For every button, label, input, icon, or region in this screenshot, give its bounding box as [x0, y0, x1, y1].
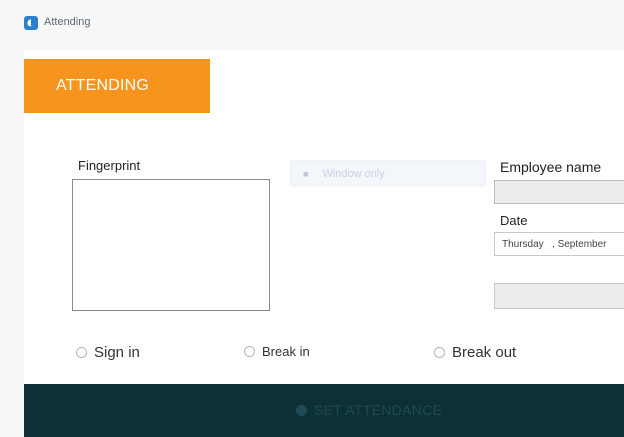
radio-circle: [434, 347, 445, 358]
radio-circle: [76, 347, 87, 358]
status-field: [494, 283, 624, 309]
set-attendance-button[interactable]: SET ATTENDANCE: [296, 400, 442, 420]
break-out-radio[interactable]: Break out: [434, 344, 516, 361]
employee-name-label: Employee name: [500, 159, 602, 175]
break-in-label: Break in: [262, 344, 310, 359]
break-out-label: Break out: [452, 344, 517, 361]
break-in-radio[interactable]: Break in: [244, 344, 310, 359]
attending-tab[interactable]: ATTENDING: [24, 59, 210, 113]
date-picker[interactable]: Thursday , September: [494, 232, 624, 256]
radio-circle: [244, 346, 255, 357]
record-icon: [296, 404, 307, 416]
set-attendance-label: SET ATTENDANCE: [314, 402, 443, 418]
date-label: Date: [500, 213, 528, 228]
fingerprint-label: Fingerprint: [78, 158, 141, 173]
fingerprint-image-box: [72, 179, 270, 311]
sign-in-label: Sign in: [94, 344, 140, 361]
attending-window: Attending ATTENDING Fingerprint ■ Window …: [0, 0, 624, 437]
title-bar: Attending: [0, 0, 624, 50]
window-only-label: Window only: [322, 168, 385, 180]
window-icon: ■: [303, 169, 309, 179]
app-icon: [24, 16, 38, 30]
main-content: ATTENDING Fingerprint ■ Window only Emplo…: [24, 50, 624, 437]
employee-name-field[interactable]: [494, 180, 624, 204]
window-title: Attending: [44, 16, 91, 28]
sign-in-radio[interactable]: Sign in: [76, 344, 140, 361]
window-only-strip: ■ Window only: [290, 160, 486, 186]
